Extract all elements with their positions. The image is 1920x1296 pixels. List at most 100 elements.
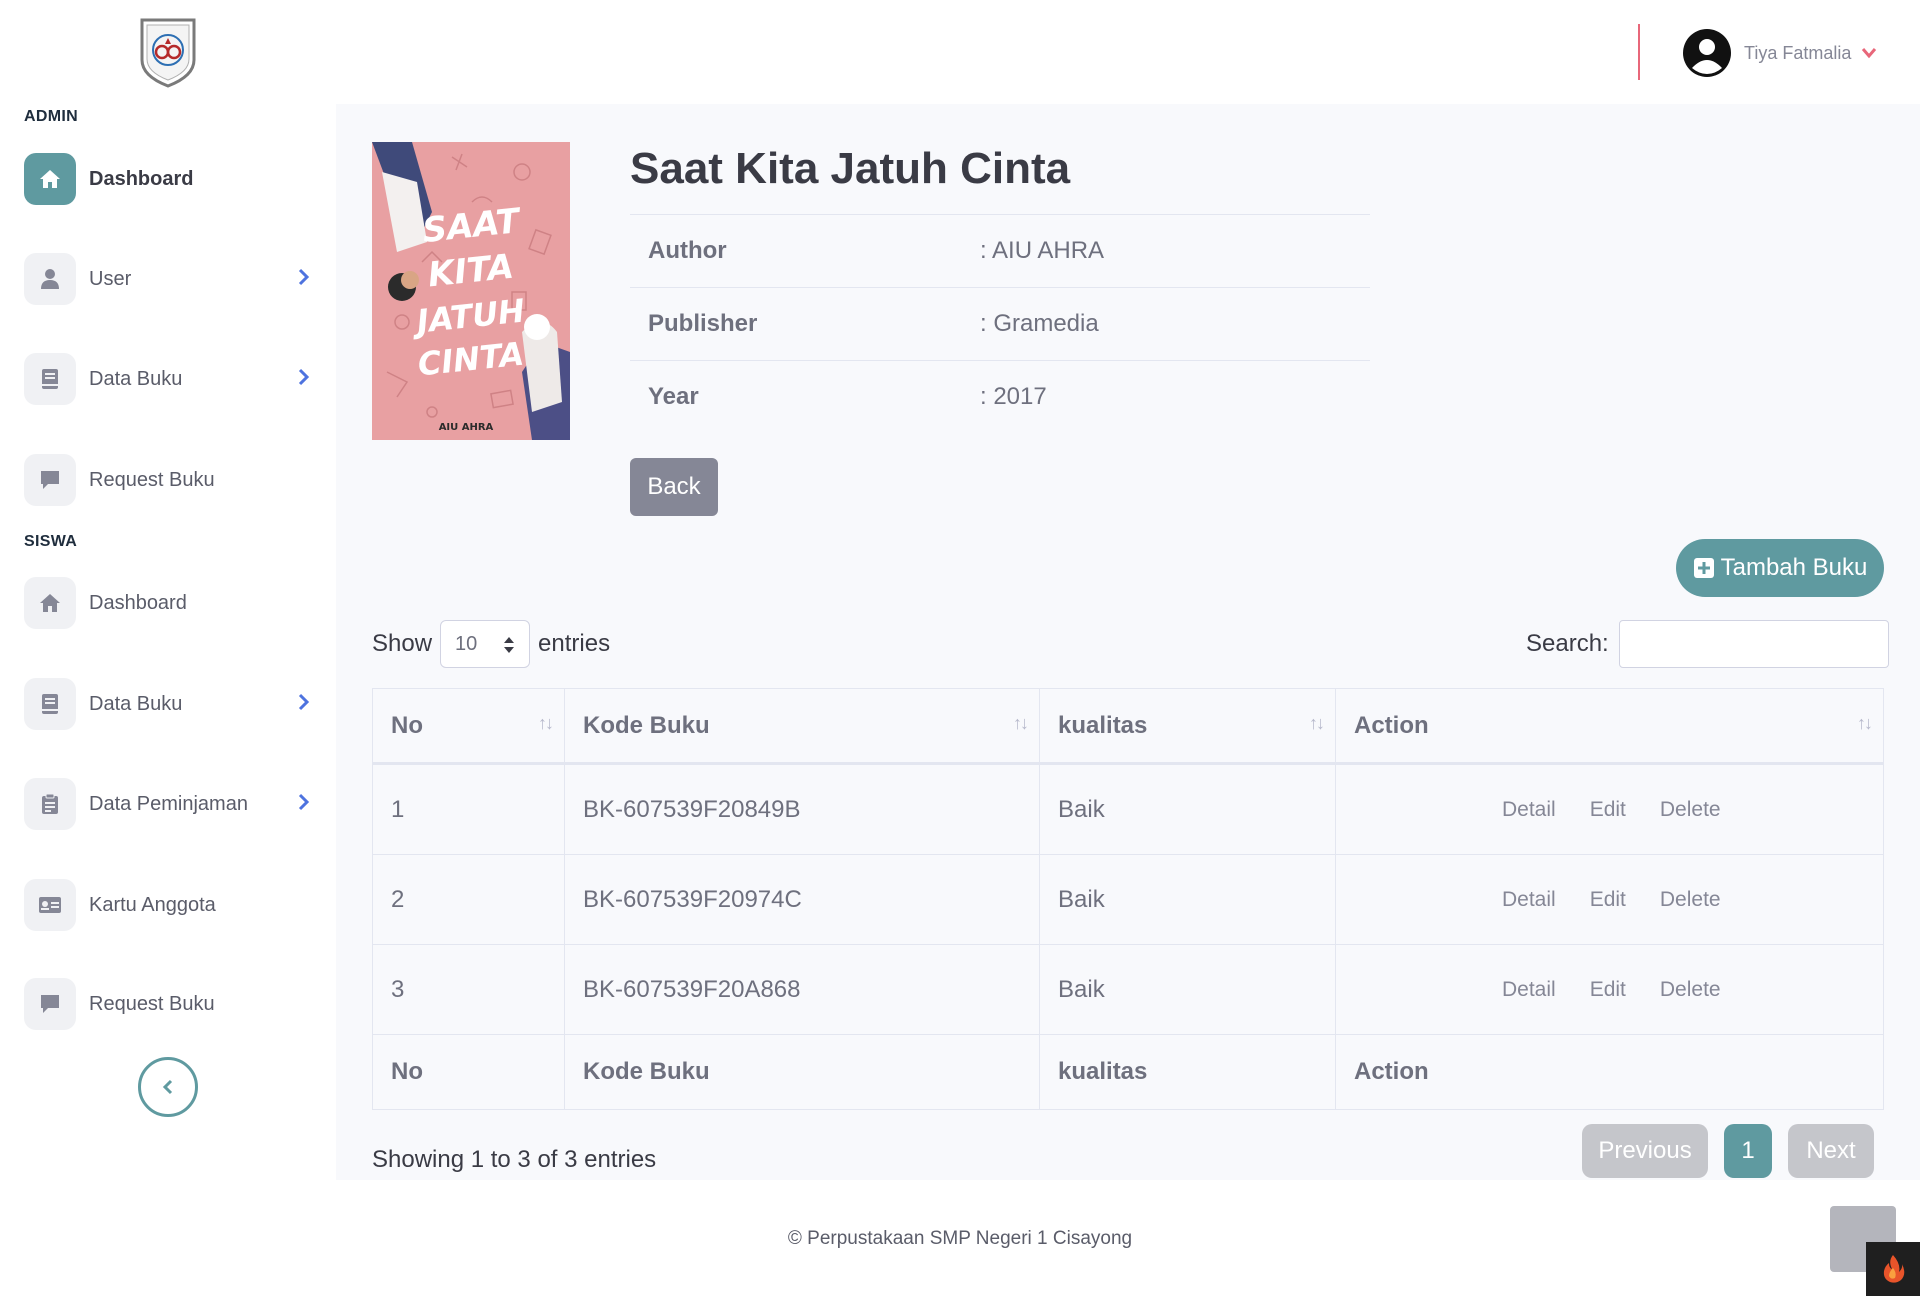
comment-icon: [24, 454, 76, 506]
table-row: 3 BK-607539F20A868 Baik Detail Edit Dele…: [373, 945, 1883, 1035]
cell-kualitas: Baik: [1040, 945, 1336, 1034]
column-header-kualitas[interactable]: kualitas ↑↓: [1040, 689, 1336, 762]
cover-author: AIU AHRA: [439, 422, 494, 433]
table-info: Showing 1 to 3 of 3 entries: [372, 1146, 657, 1173]
sidebar-toggle-button[interactable]: [138, 1057, 198, 1117]
sidebar-item-label: Dashboard: [89, 591, 187, 614]
sidebar-item-siswa-request-buku[interactable]: Request Buku: [24, 976, 314, 1032]
edit-link[interactable]: Edit: [1590, 798, 1626, 822]
show-entries-control: Show 10 entries: [372, 620, 610, 668]
column-footer-kode-buku: Kode Buku: [565, 1035, 1040, 1109]
detail-key: Year: [648, 383, 699, 410]
sidebar-item-label: Dashboard: [89, 167, 194, 190]
search-label: Search:: [1526, 630, 1609, 657]
cell-action: Detail Edit Delete: [1336, 945, 1883, 1034]
next-page-button[interactable]: Next: [1788, 1124, 1874, 1178]
book-details: Author : AIU AHRA Publisher : Gramedia Y…: [630, 214, 1370, 433]
sidebar-item-label: Kartu Anggota: [89, 893, 216, 916]
detail-value: : Gramedia: [980, 310, 1099, 337]
detail-link[interactable]: Detail: [1502, 978, 1556, 1002]
user-icon: [24, 253, 76, 305]
sidebar-item-admin-request-buku[interactable]: Request Buku: [24, 452, 314, 508]
column-header-kode-buku[interactable]: Kode Buku ↑↓: [565, 689, 1040, 762]
home-icon: [24, 577, 76, 629]
sidebar-item-admin-dashboard[interactable]: Dashboard: [24, 151, 314, 207]
detail-row-year: Year : 2017: [630, 360, 1370, 433]
chevron-right-icon: [298, 268, 310, 286]
book-icon: [24, 353, 76, 405]
main-content: SAAT KITA JATUH CINTA AIU AHRA Saat Kita…: [336, 104, 1920, 1180]
sidebar-item-siswa-dashboard[interactable]: Dashboard: [24, 575, 314, 631]
topbar-divider: [1638, 24, 1640, 80]
table-row: 2 BK-607539F20974C Baik Detail Edit Dele…: [373, 855, 1883, 945]
cell-action: Detail Edit Delete: [1336, 765, 1883, 854]
sidebar-item-label: Data Buku: [89, 692, 183, 715]
select-arrows-icon: [504, 637, 515, 653]
entries-label: entries: [538, 630, 611, 657]
sidebar-item-label: User: [89, 267, 132, 290]
detail-value: : 2017: [980, 383, 1047, 410]
sidebar-item-kartu-anggota[interactable]: Kartu Anggota: [24, 877, 314, 933]
column-header-no[interactable]: No ↑↓: [373, 689, 565, 762]
sort-icon: ↑↓: [538, 713, 554, 733]
sidebar-item-label: Request Buku: [89, 468, 215, 491]
delete-link[interactable]: Delete: [1660, 978, 1721, 1002]
cell-action: Detail Edit Delete: [1336, 855, 1883, 944]
column-header-action[interactable]: Action ↑↓: [1336, 689, 1883, 762]
column-header-label: Kode Buku: [583, 711, 710, 739]
cell-kode-buku: BK-607539F20A868: [565, 945, 1040, 1034]
cell-no: 2: [373, 855, 565, 944]
plus-square-icon: [1693, 558, 1714, 578]
sidebar-item-siswa-data-buku[interactable]: Data Buku: [24, 676, 314, 732]
chevron-left-icon: [162, 1079, 173, 1095]
cell-kualitas: Baik: [1040, 855, 1336, 944]
sidebar: ADMIN Dashboard User Data Buku Request B…: [0, 0, 336, 1180]
tambah-buku-label: Tambah Buku: [1720, 554, 1868, 581]
detail-key: Publisher: [648, 310, 758, 337]
sidebar-item-admin-data-buku[interactable]: Data Buku: [24, 351, 314, 407]
flame-badge[interactable]: [1866, 1242, 1920, 1296]
delete-link[interactable]: Delete: [1660, 798, 1721, 822]
flame-icon: [1883, 1255, 1905, 1283]
entries-select[interactable]: 10: [440, 620, 531, 668]
column-header-label: No: [391, 711, 423, 739]
clipboard-icon: [24, 778, 76, 830]
table-footer-row: No Kode Buku kualitas Action: [373, 1035, 1883, 1109]
edit-link[interactable]: Edit: [1590, 888, 1626, 912]
search-input[interactable]: [1618, 620, 1889, 668]
detail-link[interactable]: Detail: [1502, 888, 1556, 912]
column-header-label: Action: [1354, 711, 1429, 739]
cell-kode-buku: BK-607539F20974C: [565, 855, 1040, 944]
sort-icon: ↑↓: [1013, 713, 1029, 733]
books-table: No ↑↓ Kode Buku ↑↓ kualitas ↑↓ Action ↑↓ 1 B…: [372, 688, 1884, 1110]
comment-icon: [24, 978, 76, 1030]
cell-kualitas: Baik: [1040, 765, 1336, 854]
tambah-buku-button[interactable]: Tambah Buku: [1676, 539, 1884, 597]
chevron-right-icon: [298, 368, 310, 386]
page-1-button[interactable]: 1: [1724, 1124, 1772, 1178]
previous-page-button[interactable]: Previous: [1582, 1124, 1708, 1178]
delete-link[interactable]: Delete: [1660, 888, 1721, 912]
sidebar-item-user[interactable]: User: [24, 251, 314, 307]
book-cover-image: SAAT KITA JATUH CINTA AIU AHRA: [372, 142, 570, 440]
home-icon: [24, 153, 76, 205]
user-name: Tiya Fatmalia: [1744, 42, 1852, 63]
chevron-right-icon: [298, 693, 310, 711]
show-label: Show: [372, 630, 433, 657]
detail-value: : AIU AHRA: [980, 237, 1105, 264]
school-logo[interactable]: [138, 14, 198, 88]
sort-icon: ↑↓: [1309, 713, 1325, 733]
back-button[interactable]: Back: [630, 458, 718, 516]
user-menu[interactable]: Tiya Fatmalia: [1682, 26, 1877, 80]
table-header-row: No ↑↓ Kode Buku ↑↓ kualitas ↑↓ Action ↑↓: [373, 689, 1883, 765]
column-header-label: kualitas: [1058, 711, 1148, 739]
sidebar-item-data-peminjaman[interactable]: Data Peminjaman: [24, 776, 314, 832]
cell-no: 1: [373, 765, 565, 854]
table-row: 1 BK-607539F20849B Baik Detail Edit Dele…: [373, 765, 1883, 855]
sidebar-item-label: Request Buku: [89, 992, 215, 1015]
sort-icon: ↑↓: [1857, 713, 1873, 733]
edit-link[interactable]: Edit: [1590, 978, 1626, 1002]
column-footer-no: No: [373, 1035, 565, 1109]
column-footer-action: Action: [1354, 1058, 1429, 1085]
detail-link[interactable]: Detail: [1502, 798, 1556, 822]
